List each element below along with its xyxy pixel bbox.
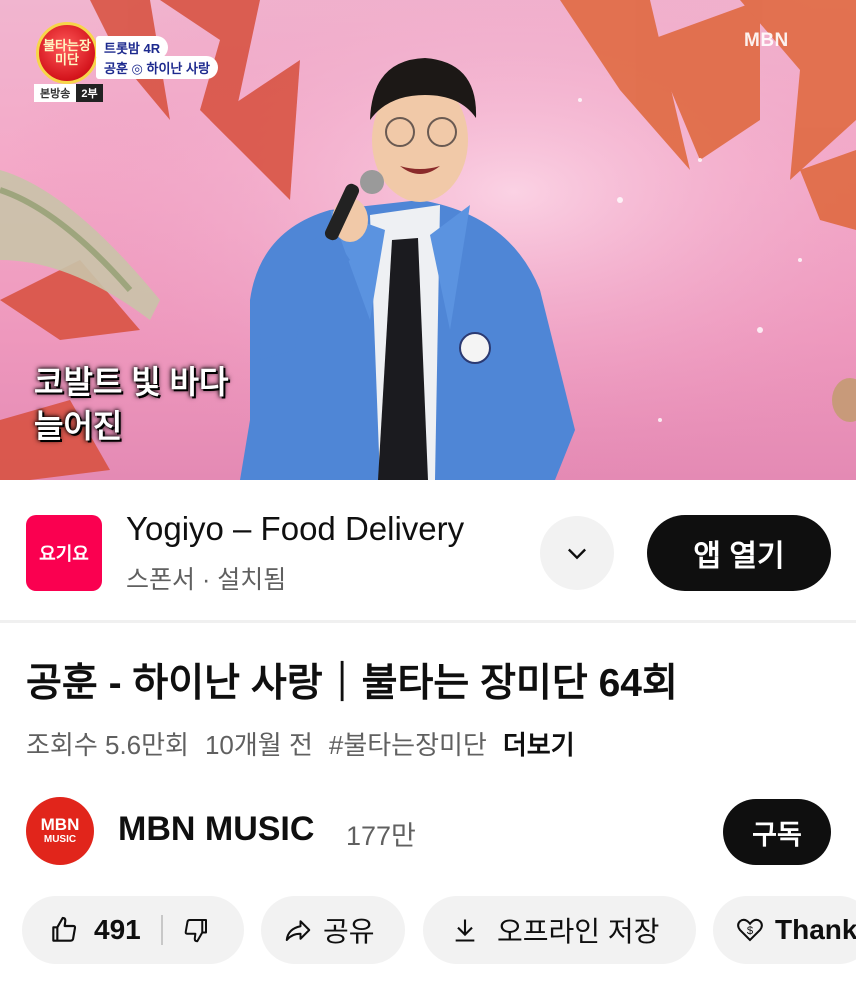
ad-subtitle: 스폰서 · 설치됨 [126,566,287,594]
thanks-label: Thank [775,914,856,945]
svg-text:$: $ [747,925,754,937]
like-count[interactable]: 491 [94,914,141,946]
video-title[interactable]: 공훈 - 하이난 사랑｜불타는 장미단 64회 [26,652,678,708]
section-divider [0,620,856,623]
share-icon [285,920,311,941]
hashtag-link[interactable]: #불타는장미단 [329,725,487,762]
open-app-button[interactable]: 앱 열기 [647,515,831,591]
video-meta[interactable]: 조회수 5.6만회 10개월 전 #불타는장미단 더보기 [26,725,575,762]
ad-expand-button[interactable] [540,516,614,590]
like-dislike-chip: 491 [22,896,244,964]
show-logo-text: 불타는장미단 [43,38,91,67]
more-link[interactable]: 더보기 [503,725,575,762]
share-label: 공유 [323,916,375,947]
download-button[interactable]: 오프라인 저장 [423,896,696,964]
video-player[interactable]: 불타는장미단 트롯밤 4R 공훈 ◎ 하이난 사랑 본방송 2부 MBN 코발트… [0,0,856,480]
upload-age: 10개월 전 [204,730,313,760]
song-tag: 공훈 ◎ 하이난 사랑 [96,56,218,79]
share-button[interactable]: 공유 [261,896,405,964]
thanks-icon: $ [737,918,763,942]
mbn-watermark: MBN [744,30,789,51]
subtitle-line-2: 늘어진 [34,408,123,444]
avatar-line-2: MUSIC [43,834,77,845]
view-count: 조회수 5.6만회 [26,730,189,760]
ad-title[interactable]: Yogiyo – Food Delivery [126,510,464,548]
chevron-down-icon [568,548,586,560]
broadcast-tag: 본방송 2부 [34,84,103,102]
avatar-line-1: MBN [40,815,80,834]
thumbs-down-icon[interactable] [181,915,211,945]
show-logo: 불타는장미단 [36,22,98,84]
download-label: 오프라인 저장 [497,916,660,947]
subscribe-button[interactable]: 구독 [723,799,831,865]
channel-avatar[interactable]: MBN MUSIC [26,797,94,865]
part-label: 2부 [76,84,103,102]
channel-name[interactable]: MBN MUSIC [118,810,314,849]
broadcast-label: 본방송 [34,84,77,102]
like-separator [160,915,163,945]
thumbs-up-icon[interactable] [48,914,80,946]
subscriber-count: 177만 [346,821,416,851]
thanks-button[interactable]: $ Thank [713,896,856,964]
video-subtitle: 코발트 빛 바다 늘어진 [34,360,228,448]
subtitle-line-1: 코발트 빛 바다 [34,364,229,400]
ad-app-icon[interactable]: 요기요 [26,515,102,591]
ad-app-icon-text: 요기요 [39,544,89,564]
download-icon [455,919,475,942]
